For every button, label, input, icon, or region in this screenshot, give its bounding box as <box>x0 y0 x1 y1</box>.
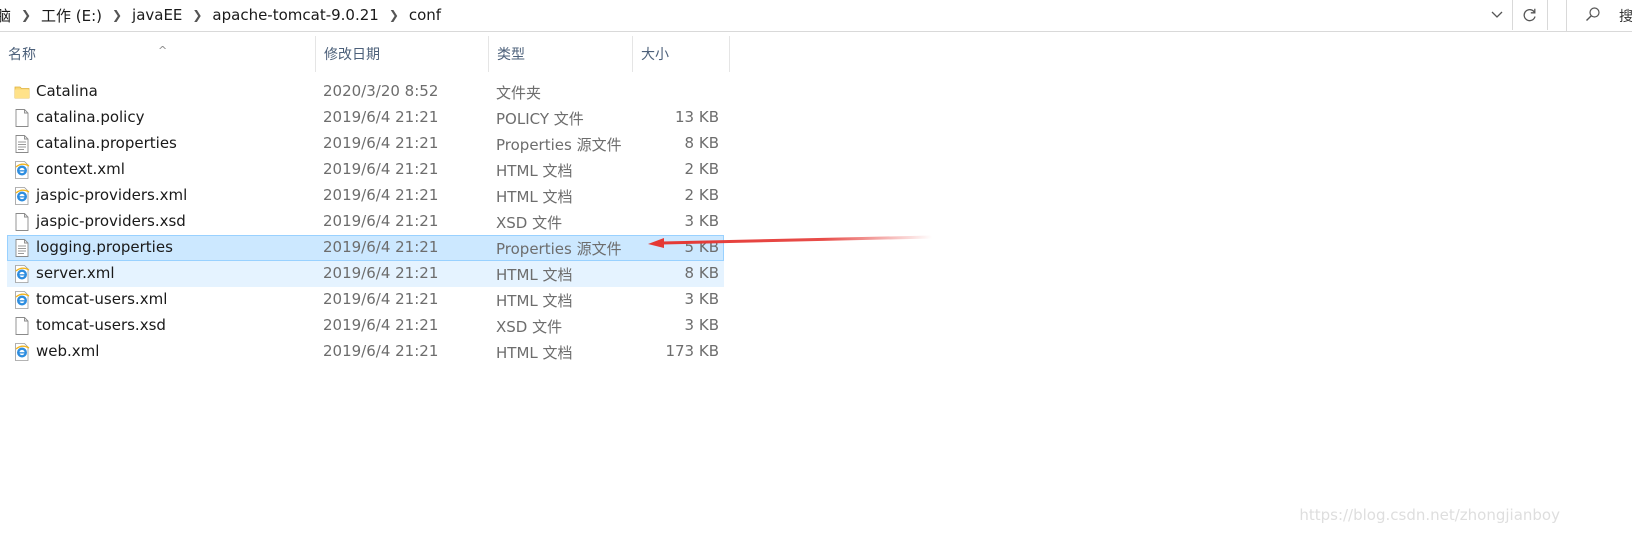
file-type: POLICY 文件 <box>496 110 584 128</box>
file-type: HTML 文档 <box>496 344 573 362</box>
file-name: tomcat-users.xsd <box>36 316 166 334</box>
file-size: 8 KB <box>684 134 719 152</box>
blank-file-icon <box>14 109 30 127</box>
file-size: 2 KB <box>684 186 719 204</box>
file-row[interactable]: web.xml 2019/6/4 21:21 HTML 文档 173 KB <box>7 339 724 365</box>
file-size: 3 KB <box>684 290 719 308</box>
ie-html-icon <box>14 343 30 361</box>
file-date: 2019/6/4 21:21 <box>323 186 439 204</box>
file-name: Catalina <box>36 82 98 100</box>
text-file-icon <box>14 135 30 153</box>
column-header-type-label: 类型 <box>497 47 525 63</box>
file-row[interactable]: jaspic-providers.xml 2019/6/4 21:21 HTML 文… <box>7 183 724 209</box>
breadcrumb-item-drive[interactable]: 工作 (E:) <box>39 5 104 26</box>
file-date: 2019/6/4 21:21 <box>323 342 439 360</box>
file-date: 2019/6/4 21:21 <box>323 316 439 334</box>
file-date: 2019/6/4 21:21 <box>323 212 439 230</box>
search-input[interactable]: 搜 <box>1566 0 1632 31</box>
chevron-right-icon[interactable]: ❯ <box>104 8 130 22</box>
file-row[interactable]: catalina.properties 2019/6/4 21:21 Propert… <box>7 131 724 157</box>
file-row[interactable]: tomcat-users.xml 2019/6/4 21:21 HTML 文档 3 K… <box>7 287 724 313</box>
column-header-date[interactable]: 修改日期 <box>316 36 489 72</box>
file-type: HTML 文档 <box>496 292 573 310</box>
ie-html-icon <box>14 187 30 205</box>
column-header-name[interactable]: 名称 ^ <box>0 36 316 72</box>
file-date: 2019/6/4 21:21 <box>323 238 439 256</box>
breadcrumb-item-tomcat[interactable]: apache-tomcat-9.0.21 <box>210 6 380 24</box>
ie-html-icon <box>14 161 30 179</box>
chevron-down-icon[interactable] <box>1484 0 1510 30</box>
breadcrumb-item-conf[interactable]: conf <box>407 6 443 24</box>
file-name: catalina.properties <box>36 134 177 152</box>
file-type: HTML 文档 <box>496 266 573 284</box>
file-row[interactable]: context.xml 2019/6/4 21:21 HTML 文档 2 KB <box>7 157 724 183</box>
refresh-icon <box>1523 8 1536 22</box>
file-size: 8 KB <box>684 264 719 282</box>
file-date: 2019/6/4 21:21 <box>323 264 439 282</box>
file-type: Properties 源文件 <box>496 136 622 154</box>
file-date: 2020/3/20 8:52 <box>323 82 439 100</box>
file-row[interactable]: server.xml 2019/6/4 21:21 HTML 文档 8 KB <box>7 261 724 287</box>
address-bar[interactable]: 脑 ❯ 工作 (E:) ❯ javaEE ❯ apache-tomcat-9.0… <box>0 0 1632 32</box>
blank-file-icon <box>14 213 30 231</box>
file-row[interactable]: tomcat-users.xsd 2019/6/4 21:21 XSD 文件 3 KB <box>7 313 724 339</box>
file-type: XSD 文件 <box>496 214 563 232</box>
file-type: HTML 文档 <box>496 188 573 206</box>
file-date: 2019/6/4 21:21 <box>323 160 439 178</box>
file-name: server.xml <box>36 264 115 282</box>
file-date: 2019/6/4 21:21 <box>323 134 439 152</box>
breadcrumb: 脑 ❯ 工作 (E:) ❯ javaEE ❯ apache-tomcat-9.0… <box>0 0 443 30</box>
file-type: 文件夹 <box>496 84 542 102</box>
file-name: catalina.policy <box>36 108 145 126</box>
watermark: https://blog.csdn.net/zhongjianboy <box>1299 506 1560 524</box>
file-row[interactable]: catalina.policy 2019/6/4 21:21 POLICY 文件 13… <box>7 105 724 131</box>
column-headers: 名称 ^ 修改日期 类型 大小 <box>0 36 760 72</box>
file-name: web.xml <box>36 342 100 360</box>
file-row[interactable]: jaspic-providers.xsd 2019/6/4 21:21 XSD 文件… <box>7 209 724 235</box>
column-header-type[interactable]: 类型 <box>489 36 633 72</box>
file-row[interactable]: logging.properties 2019/6/4 21:21 Properti… <box>7 235 724 261</box>
red-arrow-icon <box>648 235 933 248</box>
file-name: context.xml <box>36 160 125 178</box>
column-header-size[interactable]: 大小 <box>633 36 730 72</box>
breadcrumb-item-computer[interactable]: 脑 <box>0 5 13 26</box>
file-size: 3 KB <box>684 316 719 334</box>
blank-file-icon <box>14 317 30 335</box>
file-type: XSD 文件 <box>496 318 563 336</box>
refresh-button[interactable] <box>1512 0 1548 30</box>
search-icon <box>1586 7 1600 21</box>
file-name: jaspic-providers.xsd <box>36 212 186 230</box>
file-type: HTML 文档 <box>496 162 573 180</box>
file-type: Properties 源文件 <box>496 240 622 258</box>
file-size: 13 KB <box>675 108 719 126</box>
ie-html-icon <box>14 265 30 283</box>
file-name: jaspic-providers.xml <box>36 186 188 204</box>
folder-icon <box>14 83 30 101</box>
file-explorer-window: 脑 ❯ 工作 (E:) ❯ javaEE ❯ apache-tomcat-9.0… <box>0 0 1632 556</box>
chevron-right-icon[interactable]: ❯ <box>381 8 407 22</box>
file-date: 2019/6/4 21:21 <box>323 108 439 126</box>
file-name: logging.properties <box>36 238 173 256</box>
chevron-right-icon[interactable]: ❯ <box>184 8 210 22</box>
file-date: 2019/6/4 21:21 <box>323 290 439 308</box>
search-placeholder: 搜 <box>1619 9 1632 25</box>
file-size: 2 KB <box>684 160 719 178</box>
ie-html-icon <box>14 291 30 309</box>
text-file-icon <box>14 239 30 257</box>
sort-ascending-icon: ^ <box>158 44 168 57</box>
column-header-size-label: 大小 <box>641 47 669 63</box>
column-header-date-label: 修改日期 <box>324 47 380 63</box>
column-header-name-label: 名称 <box>8 47 36 63</box>
chevron-right-icon[interactable]: ❯ <box>13 8 39 22</box>
file-name: tomcat-users.xml <box>36 290 168 308</box>
file-size: 173 KB <box>665 342 719 360</box>
file-row[interactable]: Catalina 2020/3/20 8:52 文件夹 <box>7 79 724 105</box>
breadcrumb-item-javaee[interactable]: javaEE <box>130 6 184 24</box>
